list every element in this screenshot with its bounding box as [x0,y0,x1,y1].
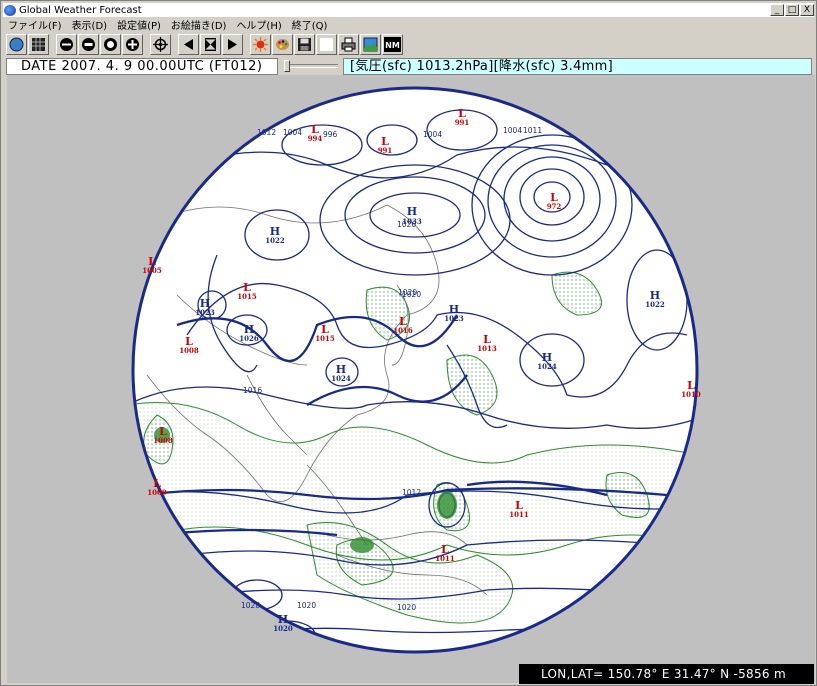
menu-help[interactable]: ヘルプ(H) [231,17,286,32]
low-value: 1016 [393,326,413,335]
high-value: 1026 [239,334,259,343]
minimize-button[interactable]: _ [770,4,784,16]
sun-button[interactable] [250,33,271,55]
app-globe-icon [4,4,16,16]
save-icon [298,37,311,51]
isobar-label: 1026 [397,220,416,229]
globe-icon [9,37,24,51]
stop-button[interactable] [200,33,221,55]
low-value: 1008 [153,436,173,445]
center-icon [153,36,168,52]
print-button[interactable] [338,33,359,55]
save-button[interactable] [294,33,315,55]
isobar-label: 1004 [423,130,442,139]
plus-icon [126,37,139,51]
app-window: Global Weather Forecast _ □ X ファイル(F) 表示… [0,0,817,686]
menu-settings[interactable]: 設定値(P) [112,17,166,32]
blank-page-icon [320,37,333,51]
step-forward-button[interactable] [222,33,243,55]
close-button[interactable]: X [800,4,814,16]
high-value: 1023 [195,308,215,317]
low-value: 1013 [477,344,497,353]
time-slider[interactable] [282,60,340,72]
step-back-icon [184,38,193,50]
toolbar: NM [3,32,814,56]
info-bar: DATE 2007. 4. 9 00.00UTC (FT012) [気圧(sfc… [3,57,814,75]
high-value: 1024 [537,362,557,371]
zoom-plus-button[interactable] [100,33,121,55]
svg-text:NM: NM [385,41,400,50]
high-value: 1024 [331,374,351,383]
slider-track [288,64,338,68]
low-value: 991 [378,146,393,155]
low-value: 994 [308,134,323,143]
palette-icon [276,38,289,50]
step-forward-icon [228,38,237,50]
low-value: 1015 [315,334,335,343]
step-back-button[interactable] [178,33,199,55]
blank-button[interactable] [316,33,337,55]
sun-icon [253,36,268,52]
low-value: 1011 [435,554,455,563]
print-icon [341,37,356,51]
palette-button[interactable] [272,33,293,55]
low-value: 1011 [509,510,529,519]
menu-draw[interactable]: お絵描き(D) [166,17,232,32]
high-value: 1022 [265,236,285,245]
menu-exit[interactable]: 終了(Q) [287,17,333,32]
slider-thumb[interactable] [284,60,290,72]
nm-button[interactable]: NM [382,33,403,55]
isobar-label: 996 [323,130,338,139]
grid-button[interactable] [28,33,49,55]
low-value: 972 [547,202,562,211]
isobar-label: 1020 [397,603,416,612]
isobar-label: 1012 [402,488,421,497]
isobar-label: 1004 [503,126,522,135]
point-value-readout: [気圧(sfc) 1013.2hPa][降水(sfc) 3.4mm] [343,58,812,75]
menu-bar: ファイル(F) 表示(D) 設定値(P) お絵描き(D) ヘルプ(H) 終了(Q… [3,17,814,32]
weather-globe-map[interactable]: H 1033 H 1022 H 1023 H 1024 H 1022 H 102… [7,75,815,683]
grid-icon [32,37,45,51]
zoom-plus-icon [104,37,117,51]
isobar-label: 1020 [297,601,316,610]
zoom-minus-button[interactable] [78,33,99,55]
heavy-precip-cell [437,491,457,519]
low-value: 1015 [237,292,257,301]
low-value: 1009 [147,488,167,497]
title-bar[interactable]: Global Weather Forecast _ □ X [3,3,814,17]
nm-icon: NM [384,36,401,52]
zoom-out-icon [60,37,73,51]
isobar-label: 1011 [523,126,542,135]
low-value: 1005 [142,266,162,275]
heavy-precip-cell [350,537,374,553]
map-view[interactable]: H 1033 H 1022 H 1023 H 1024 H 1022 H 102… [7,75,815,683]
zoom-out-button[interactable] [56,33,77,55]
coordinate-readout: LON,LAT= 150.78° E 31.47° N -5856 m [519,664,814,684]
low-value: 991 [455,118,470,127]
low-value: 1008 [179,346,199,355]
forecast-date: DATE 2007. 4. 9 00.00UTC (FT012) [6,58,278,75]
center-button[interactable] [150,33,171,55]
image-button[interactable] [360,33,381,55]
menu-view[interactable]: 表示(D) [67,17,113,32]
low-value: 1010 [681,390,701,399]
plus-button[interactable] [122,33,143,55]
isobar-label: 1016 [243,386,262,395]
isobar-label: 1028 [241,601,260,610]
image-icon [363,37,378,51]
zoom-minus-icon [82,37,95,51]
stop-icon [205,37,216,51]
isobar-label: 1004 [283,128,302,137]
high-value: 1020 [273,624,293,633]
isobar-label: 1020 [402,290,421,299]
menu-file[interactable]: ファイル(F) [3,17,67,32]
window-title: Global Weather Forecast [19,4,142,16]
high-value: 1022 [645,300,665,309]
isobar-label: 1012 [257,128,276,137]
high-value: 1023 [444,314,464,323]
globe-button[interactable] [6,33,27,55]
maximize-button[interactable]: □ [785,4,799,16]
